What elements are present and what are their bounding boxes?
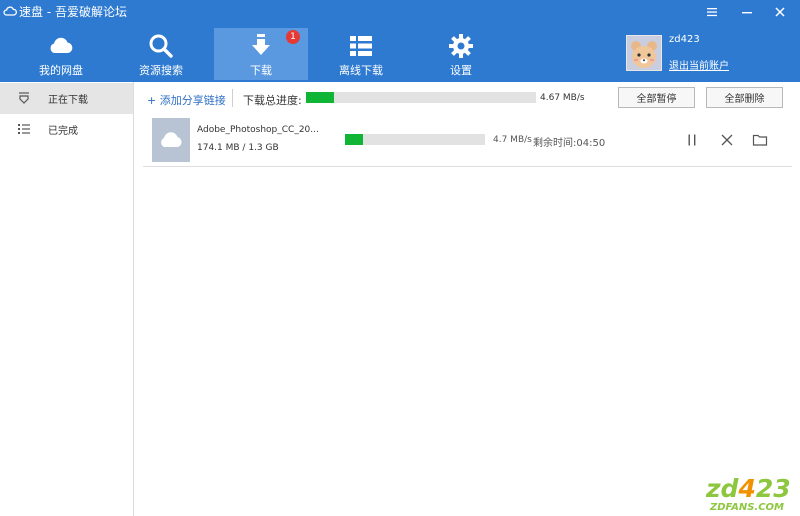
pause-all-button[interactable]: 全部暂停 xyxy=(618,87,695,108)
gear-icon xyxy=(449,34,473,58)
open-folder-button[interactable] xyxy=(752,132,768,148)
cloud-icon xyxy=(3,6,17,16)
logout-link[interactable]: 退出当前账户 xyxy=(669,57,729,72)
total-speed: 4.67 MB/s xyxy=(540,93,585,103)
delete-all-button[interactable]: 全部删除 xyxy=(706,87,783,108)
nav-label: 下载 xyxy=(250,64,272,77)
nav-resource-search[interactable]: 资源搜索 xyxy=(114,28,208,80)
file-size: 174.1 MB / 1.3 GB xyxy=(197,143,279,153)
add-share-link-button[interactable]: + 添加分享链接 xyxy=(147,92,226,108)
nav-download[interactable]: 下载 1 xyxy=(214,28,308,80)
total-progress-bar xyxy=(306,92,536,103)
task-speed: 4.7 MB/s xyxy=(493,135,532,145)
file-icon xyxy=(152,118,190,162)
toolbar: + 添加分享链接 下载总进度: 4.67 MB/s 全部暂停 全部删除 xyxy=(134,82,800,112)
list-icon xyxy=(18,124,30,134)
menu-icon xyxy=(707,8,717,17)
folder-icon xyxy=(752,134,768,146)
username: zd423 xyxy=(669,34,700,45)
download-count-badge: 1 xyxy=(286,30,300,44)
title-bar: 速盘 - 吾爱破解论坛 xyxy=(0,0,800,24)
minimize-icon xyxy=(742,12,752,14)
sidebar-item-label: 正在下载 xyxy=(48,95,88,106)
cancel-icon xyxy=(721,134,733,146)
total-progress-label: 下载总进度: xyxy=(243,94,302,107)
menu-button[interactable] xyxy=(702,3,722,21)
avatar[interactable] xyxy=(626,35,662,71)
sidebar-item-completed[interactable]: 已完成 xyxy=(0,114,133,145)
cloud-icon xyxy=(50,37,73,53)
pause-task-button[interactable] xyxy=(684,132,700,148)
task-progress-bar xyxy=(345,134,485,145)
total-progress-fill xyxy=(306,92,334,103)
close-icon xyxy=(775,7,785,17)
bear-avatar-icon xyxy=(627,36,661,70)
file-name: Adobe_Photoshop_CC_20... xyxy=(197,125,319,135)
nav-label: 我的网盘 xyxy=(39,64,83,77)
grid-icon xyxy=(350,36,372,56)
watermark-logo: zd423 ZDFANS.COM xyxy=(702,474,798,514)
watermark-site: ZDFANS.COM xyxy=(710,502,784,513)
nav-settings[interactable]: 设置 xyxy=(414,28,508,80)
search-icon xyxy=(149,34,173,58)
pause-icon xyxy=(688,134,696,146)
nav-label: 资源搜索 xyxy=(139,64,183,77)
task-progress-fill xyxy=(345,134,364,145)
window-title: 速盘 - 吾爱破解论坛 xyxy=(19,5,127,19)
task-remaining-time: 剩余时间:04:50 xyxy=(533,138,606,149)
top-bar: 速盘 - 吾爱破解论坛 我的网盘 资源搜索 下载 1 离线下载 设置 zd423… xyxy=(0,0,800,82)
cancel-task-button[interactable] xyxy=(719,132,735,148)
watermark-brand: zd423 xyxy=(706,474,791,503)
task-row[interactable]: Adobe_Photoshop_CC_20... 174.1 MB / 1.3 … xyxy=(143,113,792,167)
sidebar-item-label: 已完成 xyxy=(48,126,78,137)
minimize-button[interactable] xyxy=(737,3,757,21)
nav-my-drive[interactable]: 我的网盘 xyxy=(14,28,108,80)
cloud-icon xyxy=(161,132,182,147)
nav-label: 设置 xyxy=(450,64,472,77)
sidebar-item-downloading[interactable]: 正在下载 xyxy=(0,83,133,114)
nav-label: 离线下载 xyxy=(339,64,383,77)
download-tray-icon xyxy=(19,92,29,104)
sidebar: 正在下载 已完成 xyxy=(0,82,134,516)
toolbar-divider xyxy=(232,89,233,107)
download-arrow-icon xyxy=(252,34,270,55)
nav-offline-download[interactable]: 离线下载 xyxy=(314,28,408,80)
close-button[interactable] xyxy=(770,3,790,21)
